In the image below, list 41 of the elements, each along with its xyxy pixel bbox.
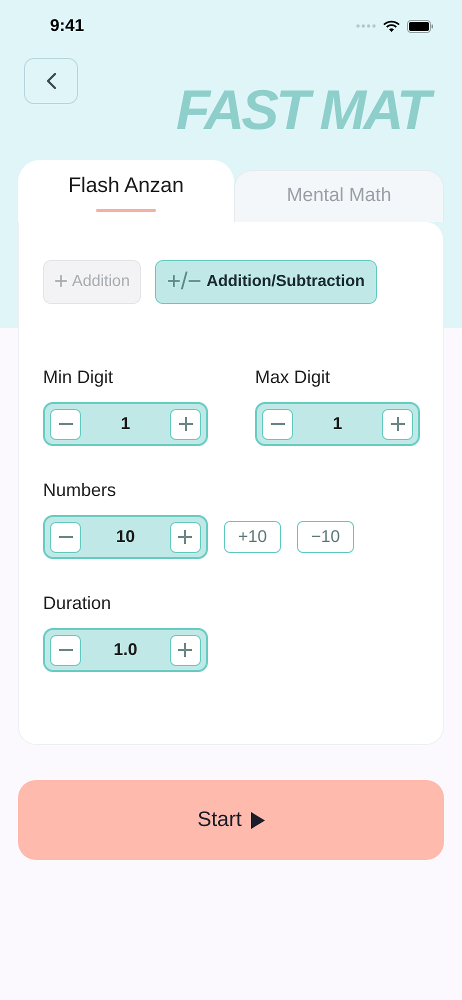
play-icon — [250, 812, 265, 828]
increment-button[interactable] — [170, 522, 201, 552]
plus-icon — [178, 643, 192, 657]
setting-label: Duration — [43, 592, 112, 615]
setting-label: Max Digit — [255, 366, 332, 389]
stepper-value: 1 — [120, 413, 130, 436]
stepper[interactable]: 1 — [43, 402, 208, 446]
signal-icon — [356, 24, 376, 28]
decrement-button[interactable] — [50, 634, 81, 666]
minus-icon — [58, 649, 72, 651]
back-icon — [45, 72, 57, 90]
stepper[interactable]: 1 — [255, 402, 420, 446]
minus-icon — [58, 423, 72, 425]
setting-label: Numbers — [43, 479, 118, 502]
minus-icon — [58, 536, 72, 538]
tab[interactable]: Flash Anzan — [18, 160, 234, 222]
increment-button[interactable] — [382, 408, 413, 440]
increment-button[interactable] — [170, 408, 201, 440]
minus-icon — [270, 423, 284, 425]
quick-adjust-button[interactable]: −10 — [297, 521, 354, 553]
back-button[interactable] — [24, 58, 78, 104]
plus-icon — [390, 417, 404, 431]
stepper[interactable]: 1.0 — [43, 628, 208, 672]
stepper-value: 1 — [332, 413, 342, 436]
decrement-button[interactable] — [50, 522, 81, 552]
wifi-icon — [383, 20, 400, 32]
decrement-button[interactable] — [50, 408, 81, 440]
battery-icon — [407, 20, 434, 32]
stepper-value: 1.0 — [114, 639, 138, 662]
setting-label: Min Digit — [43, 366, 114, 389]
status-time: 9:41 — [50, 15, 84, 38]
start-button[interactable]: Start — [18, 780, 444, 860]
mode-button[interactable]: +/− Addition/Subtraction — [154, 260, 377, 304]
quick-adjust-button[interactable]: +10 — [224, 521, 281, 553]
plus-icon — [178, 417, 192, 431]
stepper[interactable]: 10 — [43, 515, 208, 559]
increment-button[interactable] — [170, 634, 201, 666]
plus-icon — [178, 530, 192, 544]
banner-title: FAST MAT — [172, 78, 438, 142]
stepper-value: 10 — [116, 526, 135, 548]
decrement-button[interactable] — [262, 408, 293, 440]
